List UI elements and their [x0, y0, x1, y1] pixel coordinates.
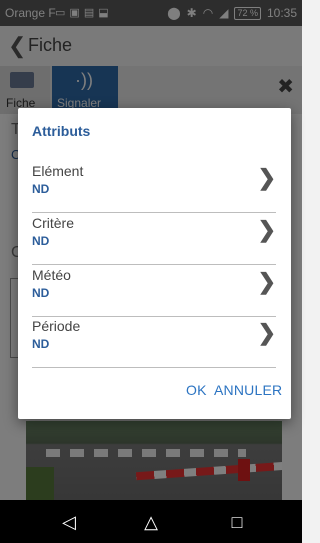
attribute-row-periode[interactable]: Période ND ❯ — [32, 318, 276, 368]
chevron-right-icon: ❯ — [257, 165, 276, 190]
attribute-label: Elément — [32, 163, 84, 179]
chevron-right-icon: ❯ — [257, 217, 276, 242]
attribute-label: Période — [32, 318, 81, 334]
cancel-button[interactable]: ANNULER — [214, 382, 282, 398]
ok-button[interactable]: OK — [186, 382, 207, 398]
recents-icon[interactable]: □ — [225, 510, 249, 534]
attribute-value: ND — [32, 337, 50, 351]
back-icon[interactable]: ◁ — [57, 510, 81, 534]
chevron-right-icon: ❯ — [257, 320, 276, 345]
attribute-row-meteo[interactable]: Météo ND ❯ — [32, 267, 276, 317]
navigation-bar: ◁ △ □ — [0, 500, 302, 543]
attribute-value: ND — [32, 286, 50, 300]
chevron-right-icon: ❯ — [257, 269, 276, 294]
home-icon[interactable]: △ — [139, 510, 163, 534]
attribute-label: Météo — [32, 267, 71, 283]
attributes-dialog: Attributs Elément ND ❯ Critère ND ❯ Mété… — [18, 108, 291, 419]
attribute-row-element[interactable]: Elément ND ❯ — [32, 163, 276, 213]
attribute-value: ND — [32, 182, 50, 196]
attribute-value: ND — [32, 234, 50, 248]
attribute-row-critere[interactable]: Critère ND ❯ — [32, 215, 276, 265]
dialog-title: Attributs — [32, 123, 91, 139]
attribute-label: Critère — [32, 215, 75, 231]
